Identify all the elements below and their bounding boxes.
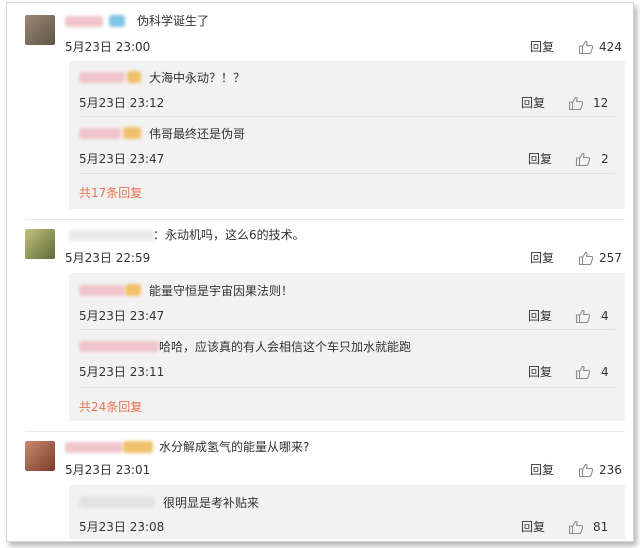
user-badge-blurred: [127, 71, 141, 83]
username-blurred[interactable]: [79, 341, 159, 352]
reply-date: 5月23日 23:47: [79, 309, 165, 323]
reply-button[interactable]: 回复: [528, 151, 552, 167]
divider: [79, 387, 615, 388]
reply-date: 5月23日 23:12: [79, 96, 165, 110]
reply-list: 很明显是考补贴来 5月23日 23:08 回复 81: [69, 485, 625, 539]
thumbs-up-icon[interactable]: [568, 95, 584, 111]
user-badge-blurred: [109, 15, 125, 27]
like-count: 257: [599, 251, 622, 265]
reply-button[interactable]: 回复: [530, 250, 554, 266]
thumbs-up-icon[interactable]: [575, 308, 591, 324]
comment-date: 5月23日 23:00: [65, 40, 151, 54]
avatar[interactable]: [25, 441, 55, 471]
thumbs-up-icon[interactable]: [578, 462, 594, 478]
reply-date: 5月23日 23:08: [79, 520, 165, 534]
thumbs-up-icon[interactable]: [575, 151, 591, 167]
divider: [25, 431, 625, 432]
thumbs-up-icon[interactable]: [568, 519, 584, 535]
reply-button[interactable]: 回复: [521, 519, 545, 535]
divider: [25, 219, 625, 220]
comment-text: 水分解成氢气的能量从哪来?: [159, 440, 310, 454]
thumbs-up-icon[interactable]: [578, 39, 594, 55]
user-badge-blurred: [125, 284, 141, 296]
reply-text: 能量守恒是宇宙因果法则！: [149, 284, 294, 298]
username-blurred[interactable]: [69, 230, 155, 241]
reply-list: 能量守恒是宇宙因果法则！ 5月23日 23:47 回复 4 哈哈，应该真的有人会…: [69, 273, 625, 421]
like-count: 424: [599, 40, 622, 54]
comment-text: ：永动机吗，这么6的技术。: [153, 228, 305, 242]
like-count: 12: [593, 96, 609, 110]
reply-button[interactable]: 回复: [530, 462, 554, 478]
divider: [79, 173, 615, 174]
username-blurred[interactable]: [79, 72, 125, 83]
reply-text: 很明显是考补贴来: [163, 496, 260, 510]
username-blurred[interactable]: [79, 497, 155, 508]
view-more-replies-link[interactable]: 共24条回复: [79, 399, 142, 415]
reply-button[interactable]: 回复: [528, 364, 552, 380]
reply-button[interactable]: 回复: [521, 95, 545, 111]
username-blurred[interactable]: [79, 128, 121, 139]
like-count: 4: [601, 365, 609, 379]
reply-date: 5月23日 23:47: [79, 152, 165, 166]
comment-date: 5月23日 23:01: [65, 463, 151, 477]
view-more-replies-link[interactable]: 共17条回复: [79, 185, 142, 201]
thumbs-up-icon[interactable]: [578, 250, 594, 266]
comment-date: 5月23日 22:59: [65, 251, 151, 265]
comment-text: 伪科学诞生了: [137, 14, 210, 28]
divider: [79, 329, 615, 330]
username-blurred[interactable]: [65, 442, 123, 453]
like-count: 81: [593, 520, 609, 534]
reply-button[interactable]: 回复: [530, 39, 554, 55]
like-count: 236: [599, 463, 622, 477]
reply-text: 大海中永动？！？: [149, 71, 246, 85]
reply-text: 哈哈，应该真的有人会相信这个车只加水就能跑: [159, 340, 412, 354]
reply-date: 5月23日 23:11: [79, 365, 165, 379]
reply-text: 伟哥最终还是伪哥: [149, 127, 246, 141]
divider: [79, 116, 615, 117]
comment-panel: 伪科学诞生了 5月23日 23:00 回复 424 大海中永动？！？ 5月23日…: [6, 2, 634, 542]
like-count: 2: [601, 152, 609, 166]
username-blurred[interactable]: [65, 16, 103, 27]
like-count: 4: [601, 309, 609, 323]
avatar[interactable]: [25, 15, 55, 45]
thumbs-up-icon[interactable]: [575, 364, 591, 380]
user-badge-blurred: [123, 441, 153, 453]
reply-button[interactable]: 回复: [528, 308, 552, 324]
reply-list: 大海中永动？！？ 5月23日 23:12 回复 12 伟哥最终还是伪哥 5月23…: [69, 61, 625, 209]
user-badge-blurred: [123, 127, 141, 139]
username-blurred[interactable]: [79, 285, 125, 296]
avatar[interactable]: [25, 229, 55, 259]
